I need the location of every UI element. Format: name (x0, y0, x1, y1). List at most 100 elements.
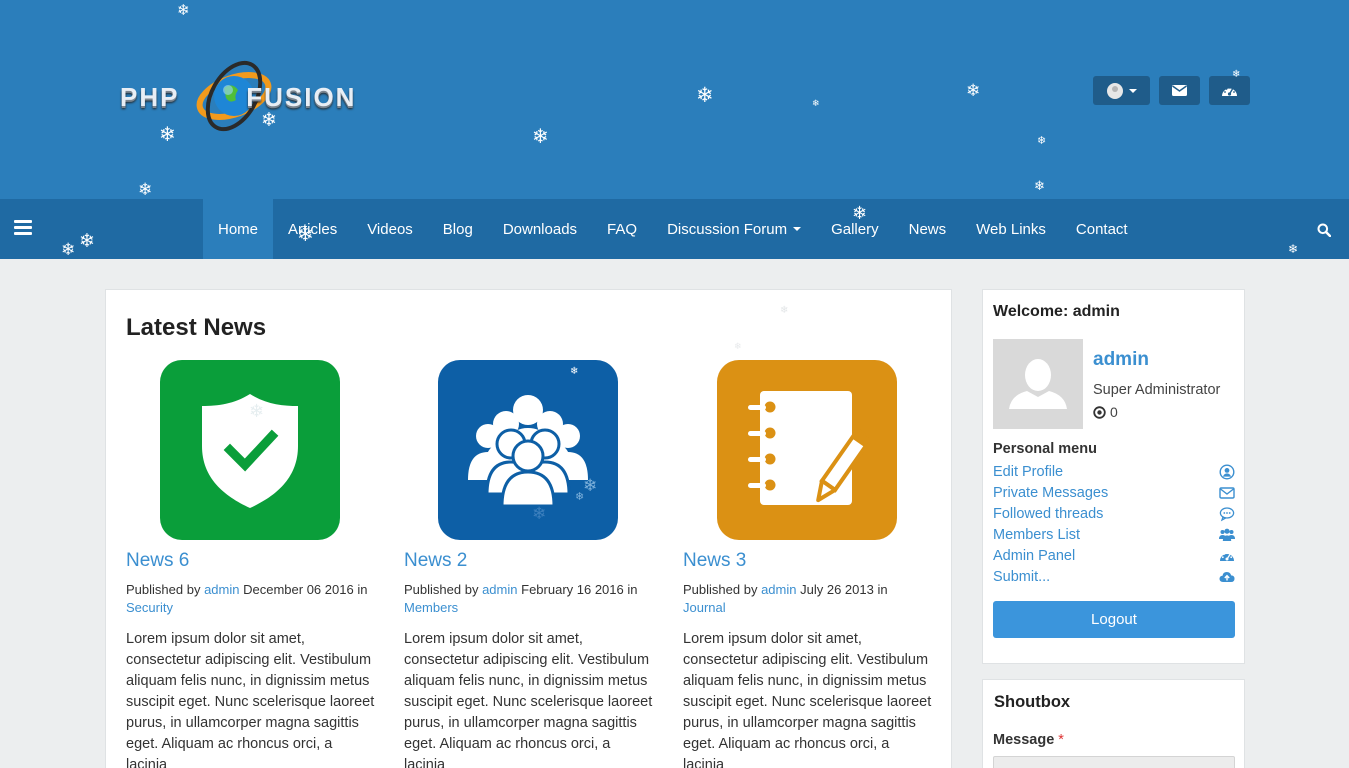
menu-item-edit-profile[interactable]: Edit Profile (993, 461, 1235, 482)
logout-button[interactable]: Logout (993, 601, 1235, 638)
envelope-icon (1172, 85, 1187, 96)
author-link[interactable]: admin (482, 582, 517, 597)
news-date: December 06 2016 (243, 582, 354, 597)
required-mark: * (1058, 732, 1064, 748)
avatar (1106, 82, 1123, 99)
nav-label: Blog (442, 220, 473, 238)
menu-item-label: Admin Panel (993, 547, 1076, 564)
nav-label: Gallery (831, 220, 879, 238)
nav-item-web-links[interactable]: Web Links (961, 199, 1061, 259)
nav-label: Articles (288, 220, 338, 238)
chevron-down-icon (1128, 88, 1137, 93)
nav-label: Videos (367, 220, 413, 238)
menu-item-label: Private Messages (993, 484, 1109, 501)
hamburger-menu-icon[interactable] (14, 220, 32, 236)
user-silhouette-icon (1009, 359, 1067, 409)
site-logo[interactable]: PHP FUSION (116, 54, 391, 138)
news-excerpt: Lorem ipsum dolor sit amet, consectetur … (126, 631, 375, 768)
welcome-heading: Welcome: admin (993, 303, 1120, 320)
news-image[interactable] (438, 360, 618, 540)
nav-label: Web Links (976, 220, 1046, 238)
news-item: News 3 Published by admin July 26 2013 i… (683, 360, 933, 768)
nav-items: Home Articles Videos Blog Downloads FAQ … (203, 199, 1143, 259)
news-item: News 2 Published by admin February 16 20… (404, 360, 654, 768)
nav-label: Home (218, 220, 259, 238)
user-menu-button[interactable] (1093, 76, 1150, 105)
nav-item-news[interactable]: News (894, 199, 962, 259)
in-label: in (627, 582, 638, 597)
dot-circle-icon (1093, 405, 1106, 419)
nav-item-discussion-forum[interactable]: Discussion Forum (652, 199, 816, 259)
search-icon[interactable] (1317, 223, 1331, 237)
page-title: Latest News (126, 314, 267, 341)
news-meta: Published by admin February 16 2016 in M… (404, 581, 654, 617)
main-navigation: Home Articles Videos Blog Downloads FAQ … (0, 199, 1349, 259)
envelope-icon (1219, 486, 1235, 499)
dashboard-icon (1220, 551, 1234, 561)
message-label-text: Message (993, 732, 1055, 748)
menu-item-submit[interactable]: Submit... (993, 566, 1235, 587)
nav-item-home[interactable]: Home (203, 199, 274, 259)
news-title-link[interactable]: News 3 (683, 550, 933, 572)
chevron-down-icon (793, 227, 802, 231)
news-image[interactable] (160, 360, 340, 540)
published-by-label: Published by (404, 582, 479, 597)
nav-item-gallery[interactable]: Gallery (816, 199, 894, 259)
news-meta: Published by admin December 06 2016 in S… (126, 581, 376, 617)
users-group-icon (468, 395, 588, 506)
nav-item-blog[interactable]: Blog (428, 199, 488, 259)
message-input[interactable] (993, 756, 1235, 768)
news-date: July 26 2013 (800, 582, 874, 597)
users-icon (1219, 528, 1235, 541)
personal-menu-title: Personal menu (993, 441, 1097, 457)
personal-menu: Edit Profile Private Messages Followed t… (993, 461, 1235, 587)
nav-item-faq[interactable]: FAQ (592, 199, 652, 259)
nav-label: News (908, 220, 947, 238)
author-link[interactable]: admin (204, 582, 239, 597)
author-link[interactable]: admin (761, 582, 796, 597)
news-item: News 6 Published by admin December 06 20… (126, 360, 376, 768)
in-label: in (357, 582, 368, 597)
news-image[interactable] (717, 360, 897, 540)
menu-item-followed-threads[interactable]: Followed threads (993, 503, 1235, 524)
category-link[interactable]: Journal (683, 600, 726, 615)
notebook-pencil-icon (748, 391, 870, 505)
user-role: Super Administrator (1093, 382, 1221, 398)
menu-item-label: Edit Profile (993, 463, 1064, 480)
admin-dashboard-button[interactable] (1209, 76, 1250, 105)
news-date: February 16 2016 (521, 582, 624, 597)
header-buttons (1093, 76, 1250, 105)
category-link[interactable]: Security (126, 600, 173, 615)
menu-item-label: Followed threads (993, 505, 1104, 522)
messages-button[interactable] (1159, 76, 1200, 105)
news-excerpt: Lorem ipsum dolor sit amet, consectetur … (683, 631, 932, 768)
published-by-label: Published by (126, 582, 201, 597)
news-meta: Published by admin July 26 2013 in Journ… (683, 581, 933, 617)
menu-item-admin-panel[interactable]: Admin Panel (993, 545, 1235, 566)
logo-wordmark: PHP FUSION (120, 82, 357, 112)
nav-label: FAQ (607, 220, 638, 238)
nav-item-videos[interactable]: Videos (352, 199, 428, 259)
nav-label: Contact (1075, 220, 1128, 238)
dashboard-icon (1222, 86, 1237, 96)
user-points: 0 (1093, 404, 1118, 420)
user-circle-icon (1219, 463, 1235, 480)
logo-text: PHP FUSION (120, 82, 356, 113)
nav-item-articles[interactable]: Articles (273, 199, 352, 259)
news-title-link[interactable]: News 2 (404, 550, 654, 572)
comment-icon (1219, 506, 1235, 521)
menu-item-private-messages[interactable]: Private Messages (993, 482, 1235, 503)
in-label: in (877, 582, 888, 597)
profile-name-link[interactable]: admin (1093, 349, 1149, 371)
nav-item-downloads[interactable]: Downloads (488, 199, 592, 259)
nav-item-contact[interactable]: Contact (1061, 199, 1143, 259)
shoutbox-title: Shoutbox (994, 693, 1071, 711)
cloud-upload-icon (1219, 571, 1235, 582)
site-header: PHP FUSION (0, 0, 1349, 199)
news-excerpt: Lorem ipsum dolor sit amet, consectetur … (404, 631, 653, 768)
menu-item-members-list[interactable]: Members List (993, 524, 1235, 545)
news-title-link[interactable]: News 6 (126, 550, 376, 572)
category-link[interactable]: Members (404, 600, 458, 615)
points-value: 0 (1110, 404, 1118, 420)
avatar[interactable] (993, 339, 1083, 429)
